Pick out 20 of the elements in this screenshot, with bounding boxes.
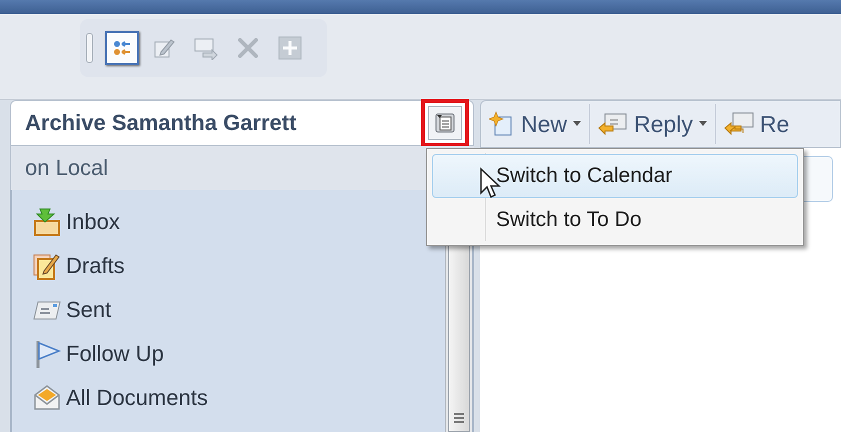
grip-icon bbox=[452, 411, 466, 425]
folder-item[interactable]: Follow Up bbox=[32, 332, 445, 376]
grip-handle[interactable] bbox=[86, 33, 93, 63]
menu-item[interactable]: Switch to Calendar bbox=[432, 154, 798, 198]
reply-all-icon bbox=[724, 111, 754, 137]
reply-icon bbox=[598, 111, 628, 137]
panel-title: Archive Samantha Garrett bbox=[25, 110, 296, 136]
message-forward-icon bbox=[193, 36, 219, 60]
delete-icon bbox=[236, 36, 260, 60]
toolbar-button[interactable]: Re bbox=[720, 104, 798, 144]
document-list-icon bbox=[434, 112, 456, 134]
toolbar-button[interactable] bbox=[105, 31, 139, 65]
folder-item[interactable]: All Documents bbox=[32, 376, 445, 420]
toolbar-button[interactable]: Reply bbox=[594, 104, 716, 144]
panel-subtitle: on Local bbox=[25, 155, 108, 181]
folder-item[interactable]: Drafts bbox=[32, 244, 445, 288]
view-switch-button[interactable] bbox=[428, 106, 462, 140]
toolbar-button[interactable]: New bbox=[485, 104, 590, 144]
folder-item[interactable]: Sent bbox=[32, 288, 445, 332]
add-icon bbox=[278, 36, 302, 60]
